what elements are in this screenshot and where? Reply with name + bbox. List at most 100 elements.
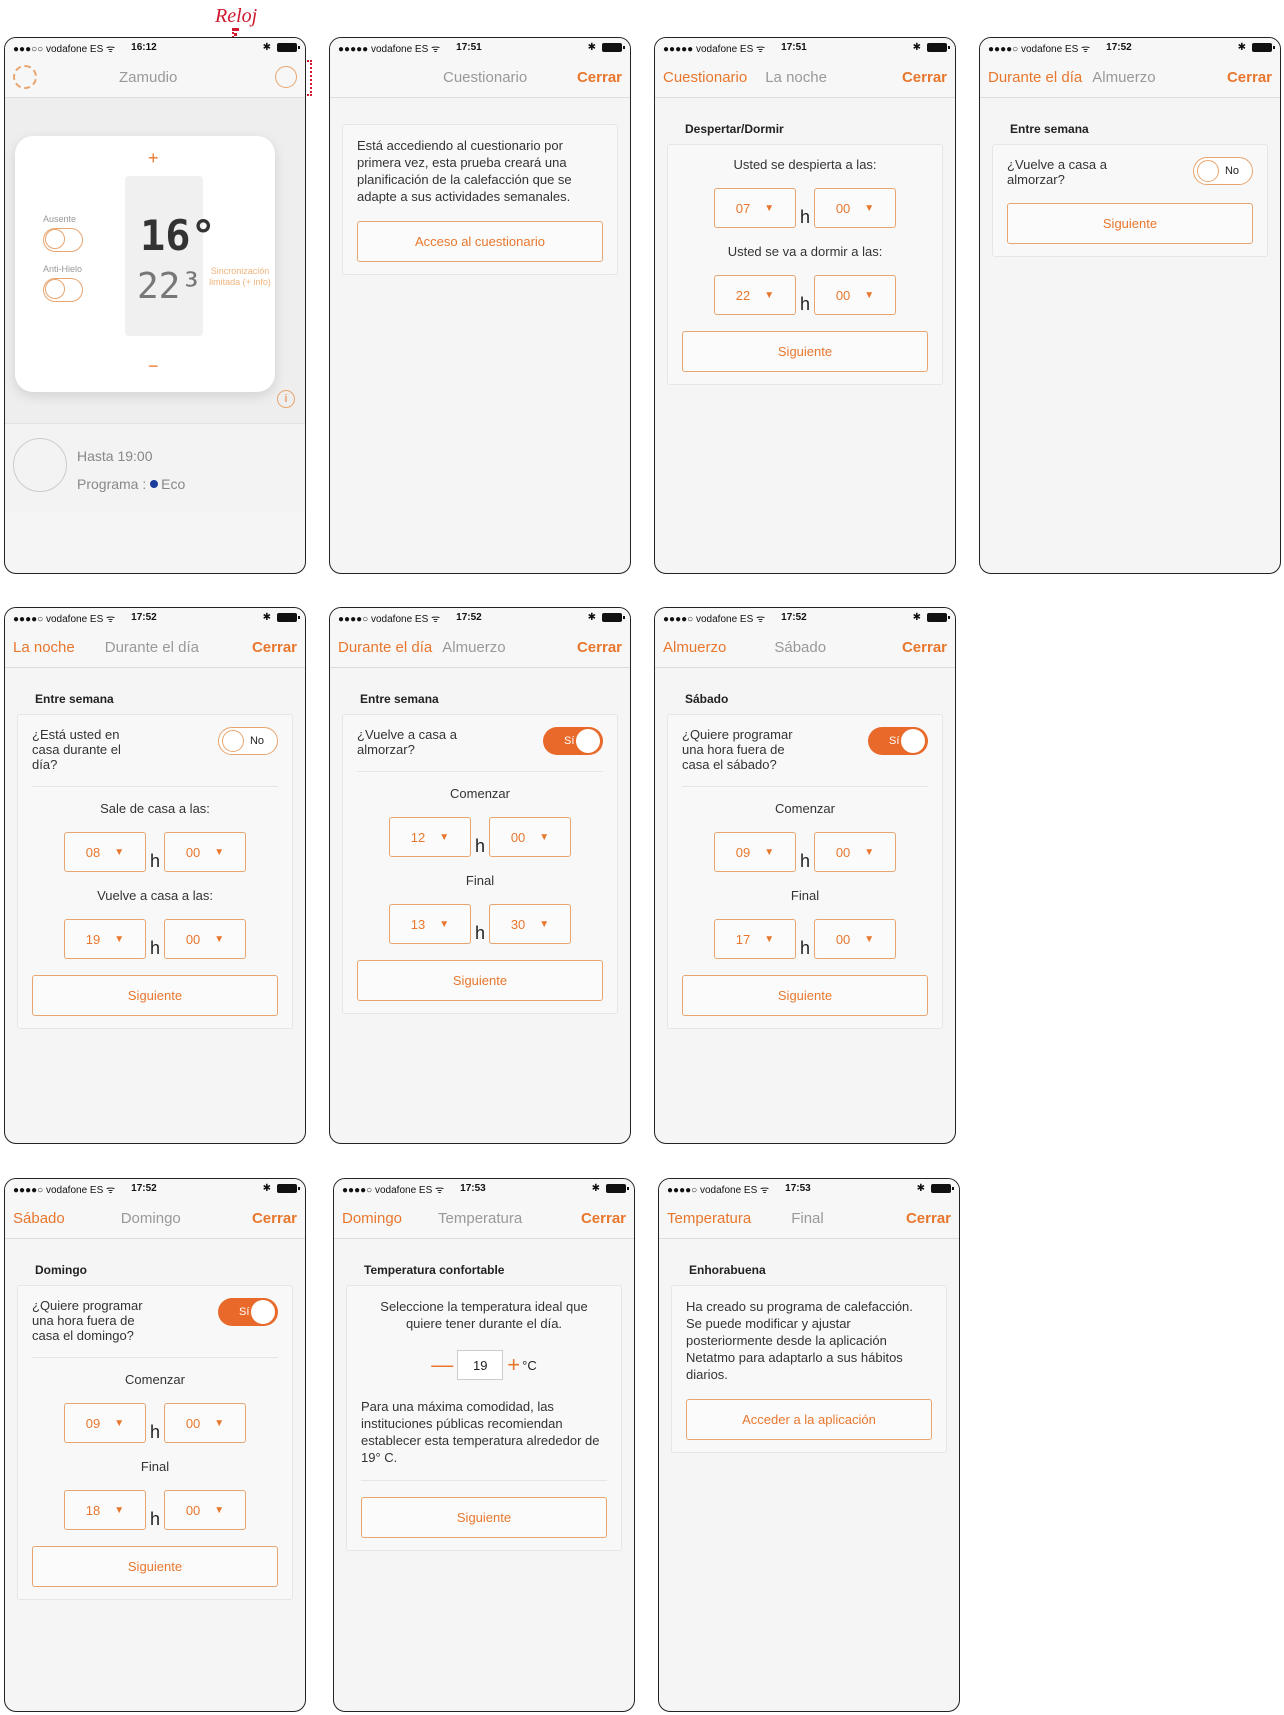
toggle-label: Sí xyxy=(239,1306,250,1318)
lunch-toggle[interactable]: Sí xyxy=(543,727,603,755)
setpoint-temperature: 22³ xyxy=(137,266,203,307)
end-minute-select[interactable]: 30 ▼ xyxy=(489,904,571,944)
battery-icon xyxy=(277,43,300,52)
end-minute-select[interactable]: 00 ▼ xyxy=(164,1490,246,1530)
close-button[interactable]: Cerrar xyxy=(577,69,622,86)
sync-status[interactable]: Sincronización limitada (+ info) xyxy=(205,266,275,288)
next-button[interactable]: Siguiente xyxy=(32,1546,278,1587)
end-hour-select[interactable]: 18 ▼ xyxy=(63,1490,146,1530)
wake-minute-select[interactable]: 00 ▼ xyxy=(814,188,896,228)
decrease-button[interactable]: − xyxy=(148,356,159,377)
hour-separator: h xyxy=(799,938,810,958)
bluetooth-icon: ✱ xyxy=(262,612,271,623)
next-button[interactable]: Siguiente xyxy=(361,1497,607,1538)
carrier: ●●●●○ vodafone ES ᯤ xyxy=(342,1184,445,1196)
status-bar: ●●●●○ vodafone ES ᯤ 17:52 ✱ xyxy=(655,608,955,627)
daytime-toggle[interactable]: No xyxy=(218,727,278,755)
start-minute-select[interactable]: 00 ▼ xyxy=(814,832,896,872)
hour-separator: h xyxy=(799,207,810,227)
sunday-toggle[interactable]: Sí xyxy=(218,1298,278,1326)
nav-back[interactable]: Almuerzo xyxy=(663,639,726,656)
close-button[interactable]: Cerrar xyxy=(902,69,947,86)
decrease-temperature-button[interactable]: — xyxy=(431,1352,453,1378)
end-hour-select[interactable]: 17 ▼ xyxy=(713,919,796,959)
hour-separator: h xyxy=(149,1422,160,1442)
leave-minute-select[interactable]: 00 ▼ xyxy=(164,832,246,872)
next-button[interactable]: Siguiente xyxy=(682,331,928,372)
page-title: Domingo xyxy=(120,1209,181,1227)
bluetooth-icon: ✱ xyxy=(262,42,271,53)
sleep-minute-select[interactable]: 00 ▼ xyxy=(814,275,896,315)
value: 22 xyxy=(735,287,751,303)
program-text: Programa : Eco xyxy=(77,476,185,492)
phone-screen-saturday: ●●●●○ vodafone ES ᯤ 17:52 ✱ Almuerzo Sáb… xyxy=(654,607,956,1144)
return-minute-select[interactable]: 00 ▼ xyxy=(164,919,246,959)
value: 09 xyxy=(85,1415,101,1431)
close-button[interactable]: Cerrar xyxy=(902,639,947,656)
gear-icon[interactable] xyxy=(13,65,37,89)
start-minute-select[interactable]: 00 ▼ xyxy=(489,817,571,857)
return-time-row: 19 ▼ h 00 ▼ xyxy=(32,919,278,959)
nav-back[interactable]: La noche xyxy=(13,639,75,656)
leave-hour-select[interactable]: 08 ▼ xyxy=(63,832,146,872)
temperature-intro: Seleccione la temperatura ideal que quie… xyxy=(380,1299,588,1331)
end-minute-select[interactable]: 00 ▼ xyxy=(814,919,896,959)
chevron-down-icon: ▼ xyxy=(214,846,225,858)
temperature-input[interactable]: 19 xyxy=(457,1350,504,1380)
increase-temperature-button[interactable]: + xyxy=(507,1352,520,1378)
toggle-label: No xyxy=(1224,165,1239,177)
divider xyxy=(32,1357,278,1358)
increase-button[interactable]: + xyxy=(148,148,159,169)
start-hour-select[interactable]: 09 ▼ xyxy=(713,832,796,872)
start-hour-select[interactable]: 12 ▼ xyxy=(388,817,471,857)
close-button[interactable]: Cerrar xyxy=(252,639,297,656)
open-app-button[interactable]: Acceder a la aplicación xyxy=(686,1399,932,1440)
lunch-question: ¿Vuelve a casa a almorzar? xyxy=(357,727,457,757)
end-time-row: 18 ▼ h 00 ▼ xyxy=(32,1490,278,1530)
battery-icon xyxy=(602,43,625,52)
end-hour-select[interactable]: 13 ▼ xyxy=(388,904,471,944)
saturday-question: ¿Quiere programar una hora fuera de casa… xyxy=(682,727,793,772)
value: 18 xyxy=(85,1502,101,1518)
start-hour-select[interactable]: 09 ▼ xyxy=(63,1403,146,1443)
nav-back[interactable]: Temperatura xyxy=(667,1210,751,1227)
saturday-toggle[interactable]: Sí xyxy=(868,727,928,755)
carrier: ●●●●○ vodafone ES ᯤ xyxy=(13,613,116,625)
schedule-footer[interactable]: Hasta 19:00 Programa : Eco xyxy=(5,423,305,513)
close-button[interactable]: Cerrar xyxy=(581,1210,626,1227)
wake-hour-select[interactable]: 07 ▼ xyxy=(713,188,796,228)
absent-toggle[interactable] xyxy=(43,228,83,252)
antifreeze-toggle[interactable] xyxy=(43,278,83,302)
next-button[interactable]: Siguiente xyxy=(1007,203,1253,244)
info-icon[interactable]: i xyxy=(277,390,295,408)
start-minute-select[interactable]: 00 ▼ xyxy=(164,1403,246,1443)
nav-back[interactable]: Durante el día xyxy=(988,69,1082,86)
return-hour-select[interactable]: 19 ▼ xyxy=(63,919,146,959)
nav-back[interactable]: Domingo xyxy=(342,1210,402,1227)
next-button[interactable]: Siguiente xyxy=(357,960,603,1001)
next-button[interactable]: Siguiente xyxy=(32,975,278,1016)
status-bar: ●●●●○ vodafone ES ᯤ 17:53 ✱ xyxy=(334,1179,634,1198)
close-button[interactable]: Cerrar xyxy=(906,1210,951,1227)
program-prefix: Programa : xyxy=(77,476,147,492)
lunch-toggle[interactable]: No xyxy=(1193,157,1253,185)
nav-back[interactable]: Durante el día xyxy=(338,639,432,656)
next-button[interactable]: Siguiente xyxy=(682,975,928,1016)
questionnaire-access-button[interactable]: Acceso al cuestionario xyxy=(357,221,603,262)
value: 13 xyxy=(410,916,426,932)
callout-label: Reloj xyxy=(215,5,258,27)
status-bar: ●●●●○ vodafone ES ᯤ 17:52 ✱ xyxy=(5,1179,305,1198)
nav-back[interactable]: Cuestionario xyxy=(663,69,747,86)
sleep-hour-select[interactable]: 22 ▼ xyxy=(713,275,796,315)
chevron-down-icon: ▼ xyxy=(539,831,550,843)
clock-icon[interactable] xyxy=(275,66,297,88)
wake-time-row: 07 ▼ h 00 ▼ xyxy=(682,188,928,228)
chevron-down-icon: ▼ xyxy=(439,918,450,930)
navbar: Durante el día Almuerzo Cerrar xyxy=(980,57,1280,98)
close-button[interactable]: Cerrar xyxy=(1227,69,1272,86)
page-title: Sábado xyxy=(774,638,827,656)
nav-back[interactable]: Sábado xyxy=(13,1210,65,1227)
close-button[interactable]: Cerrar xyxy=(577,639,622,656)
value: 00 xyxy=(835,200,851,216)
close-button[interactable]: Cerrar xyxy=(252,1210,297,1227)
